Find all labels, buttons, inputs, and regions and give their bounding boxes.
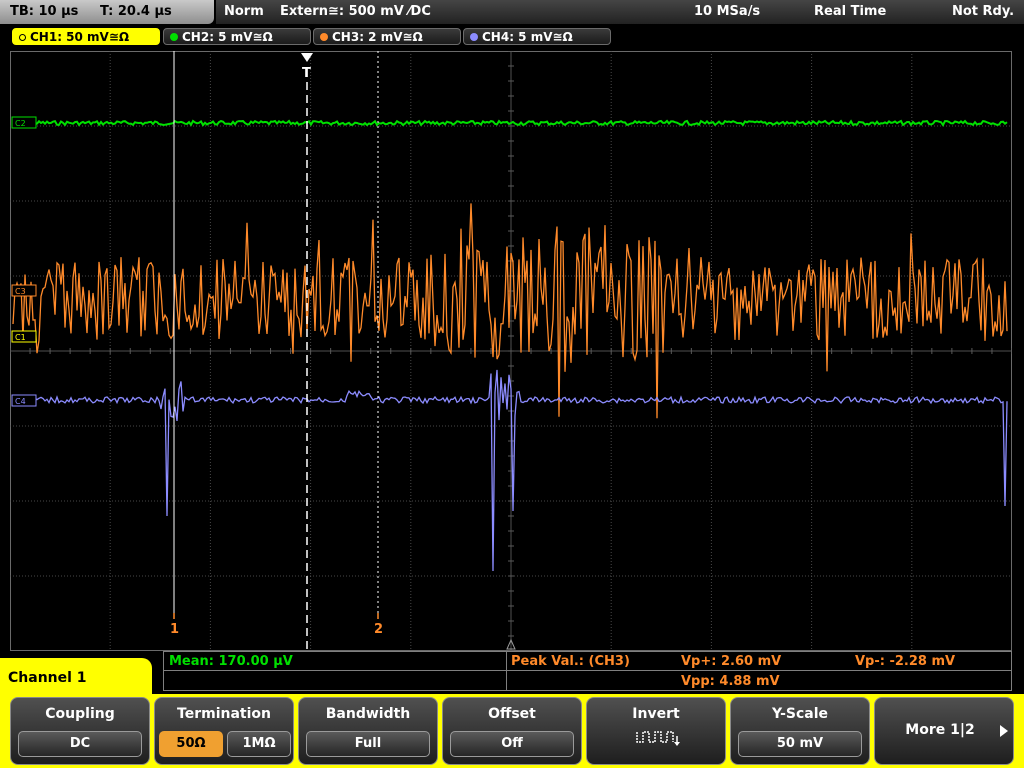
measurement-panel[interactable]: Mean: 170.00 µV Peak Val.: (CH3) Vp+: 2.…	[163, 651, 1012, 691]
ch1-ref-marker: C1	[11, 330, 37, 343]
coupling-value[interactable]: DC	[18, 731, 142, 757]
trigger-source: Extern≅: 500 mV ⁄DC	[280, 4, 431, 19]
timebase-panel[interactable]: TB: 10 µs T: 20.4 µs	[0, 0, 214, 24]
cursor-1-label: 1	[170, 622, 179, 637]
waveform-display[interactable]: 1 2 T C2 C3 C1 C4	[10, 51, 1012, 651]
ch1-label: CH1: 50 mV≅Ω	[30, 30, 130, 44]
tab-ch1[interactable]: CH1: 50 mV≅Ω	[12, 28, 160, 45]
coupling-softkey[interactable]: Coupling DC	[10, 697, 150, 765]
ch3-ref-marker: C3	[11, 284, 37, 297]
vp-minus-readout: Vp-: -2.28 mV	[855, 654, 956, 669]
cursor-2-label: 2	[374, 622, 383, 637]
svg-text:C4: C4	[15, 397, 26, 406]
yscale-softkey[interactable]: Y-Scale 50 mV	[730, 697, 870, 765]
timebase-readout: TB: 10 µs	[10, 4, 79, 19]
bandwidth-value[interactable]: Full	[306, 731, 430, 757]
trigger-mode: Norm	[224, 4, 264, 19]
vpp-readout: Vpp: 4.88 mV	[681, 674, 780, 689]
bandwidth-softkey[interactable]: Bandwidth Full	[298, 697, 438, 765]
ch1-indicator-icon	[19, 34, 26, 41]
next-page-icon	[1000, 725, 1008, 737]
ch2-ref-marker: C2	[11, 116, 37, 129]
invert-title: Invert	[632, 706, 680, 722]
termination-50ohm-option[interactable]: 50Ω	[159, 731, 223, 757]
termination-softkey[interactable]: Termination 50Ω 1MΩ	[154, 697, 294, 765]
yscale-value[interactable]: 50 mV	[738, 731, 862, 757]
ch3-label: CH3: 2 mV≅Ω	[332, 30, 423, 44]
peak-label: Peak Val.: (CH3)	[511, 654, 630, 669]
trigger-panel[interactable]: Norm Extern≅: 500 mV ⁄DC 10 MSa/s Real T…	[216, 0, 1024, 24]
svg-text:C3: C3	[15, 287, 26, 296]
tab-ch4[interactable]: CH4: 5 mV≅Ω	[463, 28, 611, 45]
acquisition-mode: Real Time	[814, 4, 887, 19]
trigger-time-readout: T: 20.4 µs	[100, 4, 172, 19]
offset-softkey[interactable]: Offset Off	[442, 697, 582, 765]
sample-rate: 10 MSa/s	[694, 4, 761, 19]
ch4-ref-marker: C4	[11, 394, 37, 407]
trigger-position-label: T	[302, 66, 311, 81]
more-softkey[interactable]: More 1|2	[874, 697, 1014, 765]
ch3-indicator-icon	[320, 33, 328, 41]
offset-title: Offset	[488, 706, 536, 722]
ch2-label: CH2: 5 mV≅Ω	[182, 30, 273, 44]
ch2-indicator-icon	[170, 33, 178, 41]
tab-ch3[interactable]: CH3: 2 mV≅Ω	[313, 28, 461, 45]
ch4-indicator-icon	[470, 33, 478, 41]
termination-title: Termination	[177, 706, 271, 722]
yscale-title: Y-Scale	[771, 706, 828, 722]
invert-waveform-icon	[636, 731, 680, 746]
mean-readout: Mean: 170.00 µV	[169, 654, 293, 669]
ch4-label: CH4: 5 mV≅Ω	[482, 30, 573, 44]
invert-softkey[interactable]: Invert	[586, 697, 726, 765]
vp-plus-readout: Vp+: 2.60 mV	[681, 654, 782, 669]
acquisition-status: Not Rdy.	[952, 4, 1015, 19]
coupling-title: Coupling	[45, 706, 115, 722]
termination-1mohm-option[interactable]: 1MΩ	[227, 731, 291, 757]
tab-ch2[interactable]: CH2: 5 mV≅Ω	[163, 28, 311, 45]
more-label: More 1|2	[905, 722, 975, 738]
offset-value[interactable]: Off	[450, 731, 574, 757]
svg-text:C1: C1	[15, 333, 26, 342]
bandwidth-title: Bandwidth	[325, 706, 411, 722]
svg-text:C2: C2	[15, 119, 26, 128]
menu-title: Channel 1	[0, 658, 152, 698]
status-bar: TB: 10 µs T: 20.4 µs Norm Extern≅: 500 m…	[0, 0, 1024, 24]
